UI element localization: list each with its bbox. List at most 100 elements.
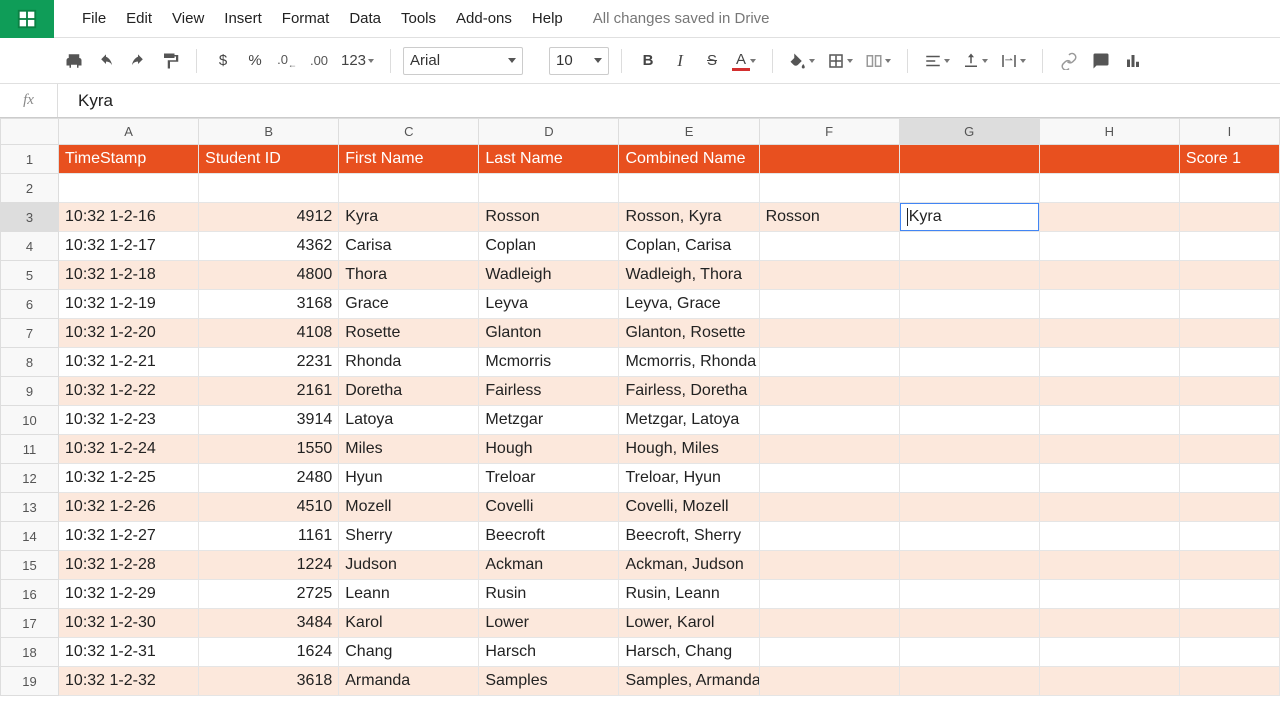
- cell-C6[interactable]: Grace: [339, 290, 479, 319]
- cell-E1[interactable]: Combined Name: [619, 145, 759, 174]
- cell-F14[interactable]: [759, 522, 899, 551]
- cell-H9[interactable]: [1039, 377, 1179, 406]
- cell-B2[interactable]: [199, 174, 339, 203]
- cell-B3[interactable]: 4912: [199, 203, 339, 232]
- cell-E10[interactable]: Metzgar, Latoya: [619, 406, 759, 435]
- cell-A3[interactable]: 10:32 1-2-16: [59, 203, 199, 232]
- cell-C13[interactable]: Mozell: [339, 493, 479, 522]
- menu-help[interactable]: Help: [522, 4, 573, 33]
- cell-B17[interactable]: 3484: [199, 609, 339, 638]
- cell-E17[interactable]: Lower, Karol: [619, 609, 759, 638]
- row-header-13[interactable]: 13: [1, 493, 59, 522]
- print-button[interactable]: [60, 47, 88, 75]
- cell-E7[interactable]: Glanton, Rosette: [619, 319, 759, 348]
- cell-G1[interactable]: [899, 145, 1039, 174]
- cell-E9[interactable]: Fairless, Doretha: [619, 377, 759, 406]
- cell-C7[interactable]: Rosette: [339, 319, 479, 348]
- cell-G8[interactable]: [899, 348, 1039, 377]
- cell-G3[interactable]: Kyra: [899, 203, 1039, 232]
- cell-B5[interactable]: 4800: [199, 261, 339, 290]
- cell-D5[interactable]: Wadleigh: [479, 261, 619, 290]
- cell-C18[interactable]: Chang: [339, 638, 479, 667]
- column-header-I[interactable]: I: [1179, 119, 1279, 145]
- column-header-G[interactable]: G: [899, 119, 1039, 145]
- cell-A12[interactable]: 10:32 1-2-25: [59, 464, 199, 493]
- cell-A14[interactable]: 10:32 1-2-27: [59, 522, 199, 551]
- cell-A4[interactable]: 10:32 1-2-17: [59, 232, 199, 261]
- cell-F17[interactable]: [759, 609, 899, 638]
- cell-E18[interactable]: Harsch, Chang: [619, 638, 759, 667]
- cell-A6[interactable]: 10:32 1-2-19: [59, 290, 199, 319]
- cell-F6[interactable]: [759, 290, 899, 319]
- row-header-5[interactable]: 5: [1, 261, 59, 290]
- row-header-2[interactable]: 2: [1, 174, 59, 203]
- cell-A19[interactable]: 10:32 1-2-32: [59, 667, 199, 696]
- cell-I11[interactable]: [1179, 435, 1279, 464]
- cell-C8[interactable]: Rhonda: [339, 348, 479, 377]
- cell-D14[interactable]: Beecroft: [479, 522, 619, 551]
- cell-H2[interactable]: [1039, 174, 1179, 203]
- cell-I19[interactable]: [1179, 667, 1279, 696]
- cell-B10[interactable]: 3914: [199, 406, 339, 435]
- cell-B11[interactable]: 1550: [199, 435, 339, 464]
- cell-H18[interactable]: [1039, 638, 1179, 667]
- cell-F5[interactable]: [759, 261, 899, 290]
- cell-B4[interactable]: 4362: [199, 232, 339, 261]
- cell-A11[interactable]: 10:32 1-2-24: [59, 435, 199, 464]
- cell-D6[interactable]: Leyva: [479, 290, 619, 319]
- cell-B14[interactable]: 1161: [199, 522, 339, 551]
- cell-F8[interactable]: [759, 348, 899, 377]
- cell-D12[interactable]: Treloar: [479, 464, 619, 493]
- cell-H16[interactable]: [1039, 580, 1179, 609]
- cell-C10[interactable]: Latoya: [339, 406, 479, 435]
- row-header-10[interactable]: 10: [1, 406, 59, 435]
- cell-C16[interactable]: Leann: [339, 580, 479, 609]
- cell-C4[interactable]: Carisa: [339, 232, 479, 261]
- cell-I4[interactable]: [1179, 232, 1279, 261]
- cell-F3[interactable]: Rosson: [759, 203, 899, 232]
- cell-E6[interactable]: Leyva, Grace: [619, 290, 759, 319]
- insert-link-button[interactable]: [1055, 47, 1083, 75]
- row-header-4[interactable]: 4: [1, 232, 59, 261]
- cell-B13[interactable]: 4510: [199, 493, 339, 522]
- cell-G4[interactable]: [899, 232, 1039, 261]
- cell-C19[interactable]: Armanda: [339, 667, 479, 696]
- cell-F11[interactable]: [759, 435, 899, 464]
- cell-E11[interactable]: Hough, Miles: [619, 435, 759, 464]
- cell-G12[interactable]: [899, 464, 1039, 493]
- cell-G10[interactable]: [899, 406, 1039, 435]
- cell-F15[interactable]: [759, 551, 899, 580]
- cell-A5[interactable]: 10:32 1-2-18: [59, 261, 199, 290]
- cell-G16[interactable]: [899, 580, 1039, 609]
- cell-A15[interactable]: 10:32 1-2-28: [59, 551, 199, 580]
- cell-G13[interactable]: [899, 493, 1039, 522]
- cell-G9[interactable]: [899, 377, 1039, 406]
- menu-tools[interactable]: Tools: [391, 4, 446, 33]
- cell-H8[interactable]: [1039, 348, 1179, 377]
- insert-comment-button[interactable]: [1087, 47, 1115, 75]
- cell-B12[interactable]: 2480: [199, 464, 339, 493]
- cell-D18[interactable]: Harsch: [479, 638, 619, 667]
- cell-C2[interactable]: [339, 174, 479, 203]
- insert-chart-button[interactable]: [1119, 47, 1147, 75]
- cell-F12[interactable]: [759, 464, 899, 493]
- cell-E15[interactable]: Ackman, Judson: [619, 551, 759, 580]
- cell-D15[interactable]: Ackman: [479, 551, 619, 580]
- cell-H17[interactable]: [1039, 609, 1179, 638]
- cell-F18[interactable]: [759, 638, 899, 667]
- cell-A17[interactable]: 10:32 1-2-30: [59, 609, 199, 638]
- cell-G14[interactable]: [899, 522, 1039, 551]
- cell-C15[interactable]: Judson: [339, 551, 479, 580]
- cell-A10[interactable]: 10:32 1-2-23: [59, 406, 199, 435]
- cell-I10[interactable]: [1179, 406, 1279, 435]
- cell-I18[interactable]: [1179, 638, 1279, 667]
- cell-D8[interactable]: Mcmorris: [479, 348, 619, 377]
- row-header-17[interactable]: 17: [1, 609, 59, 638]
- cell-D9[interactable]: Fairless: [479, 377, 619, 406]
- cell-D16[interactable]: Rusin: [479, 580, 619, 609]
- cell-G6[interactable]: [899, 290, 1039, 319]
- menu-data[interactable]: Data: [339, 4, 391, 33]
- cell-I5[interactable]: [1179, 261, 1279, 290]
- cell-E4[interactable]: Coplan, Carisa: [619, 232, 759, 261]
- row-header-6[interactable]: 6: [1, 290, 59, 319]
